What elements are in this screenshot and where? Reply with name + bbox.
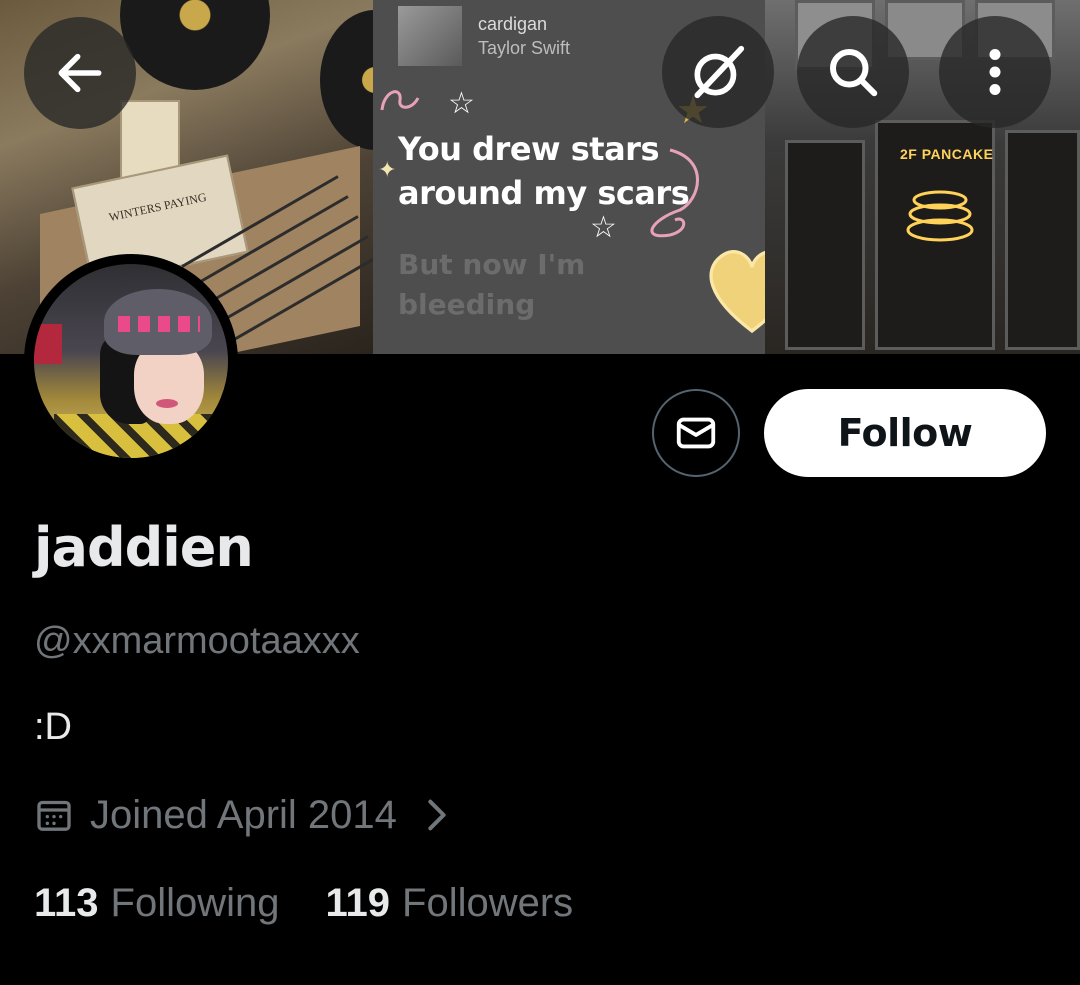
more-options-button[interactable] — [939, 16, 1051, 128]
lyric-line: bleeding — [398, 288, 536, 321]
username-handle: @xxmarmootaaxxx — [34, 620, 360, 662]
avatar-hat-pattern — [118, 316, 200, 332]
avatar-image — [34, 264, 228, 458]
message-button[interactable] — [652, 389, 740, 477]
lyric-next: But now I'm bleeding — [398, 245, 585, 325]
envelope-icon — [676, 417, 716, 449]
display-name: jaddien — [34, 516, 254, 579]
follow-button[interactable]: Follow — [764, 389, 1046, 477]
following-label: Following — [110, 880, 280, 925]
avatar-background-detail — [34, 324, 62, 364]
joined-date-row[interactable]: Joined April 2014 — [34, 788, 451, 842]
album-art-thumbnail — [398, 6, 462, 66]
following-link[interactable]: 113 Following — [34, 881, 280, 926]
followers-label: Followers — [402, 880, 574, 925]
building-window — [785, 140, 865, 350]
song-artist: Taylor Swift — [478, 38, 571, 58]
swirl-doodle-icon — [650, 148, 699, 238]
chevron-right-icon — [428, 799, 446, 831]
search-button[interactable] — [797, 16, 909, 128]
swirl-doodle-icon — [380, 90, 420, 111]
vinyl-record — [120, 0, 270, 90]
pancake-neon-icon — [906, 190, 974, 242]
vinyl-record — [320, 10, 373, 150]
follow-stats: 113 Following 119 Followers — [34, 876, 573, 930]
avatar-lips — [156, 399, 178, 408]
song-title: cardigan — [478, 14, 548, 34]
search-icon — [830, 49, 878, 97]
neon-sign-text: 2F PANCAKE — [900, 146, 994, 162]
star-doodle-icon: ☆ — [590, 210, 617, 245]
followers-link[interactable]: 119 Followers — [326, 881, 574, 926]
star-doodle-icon: ☆ — [448, 86, 475, 121]
more-vertical-icon — [989, 49, 1001, 95]
building-window — [1005, 130, 1080, 350]
arrow-left-icon — [58, 53, 102, 93]
following-count: 113 — [34, 880, 99, 925]
avatar[interactable] — [24, 254, 238, 468]
lyric-line: But now I'm — [398, 248, 586, 281]
calendar-icon — [37, 800, 71, 831]
grok-icon — [694, 45, 745, 99]
followers-count: 119 — [325, 880, 391, 925]
profile-bio: :D — [34, 706, 72, 748]
joined-date: Joined April 2014 — [90, 792, 397, 837]
grok-button[interactable] — [662, 16, 774, 128]
star-doodle-icon: ✦ — [378, 158, 397, 183]
back-button[interactable] — [24, 17, 136, 129]
